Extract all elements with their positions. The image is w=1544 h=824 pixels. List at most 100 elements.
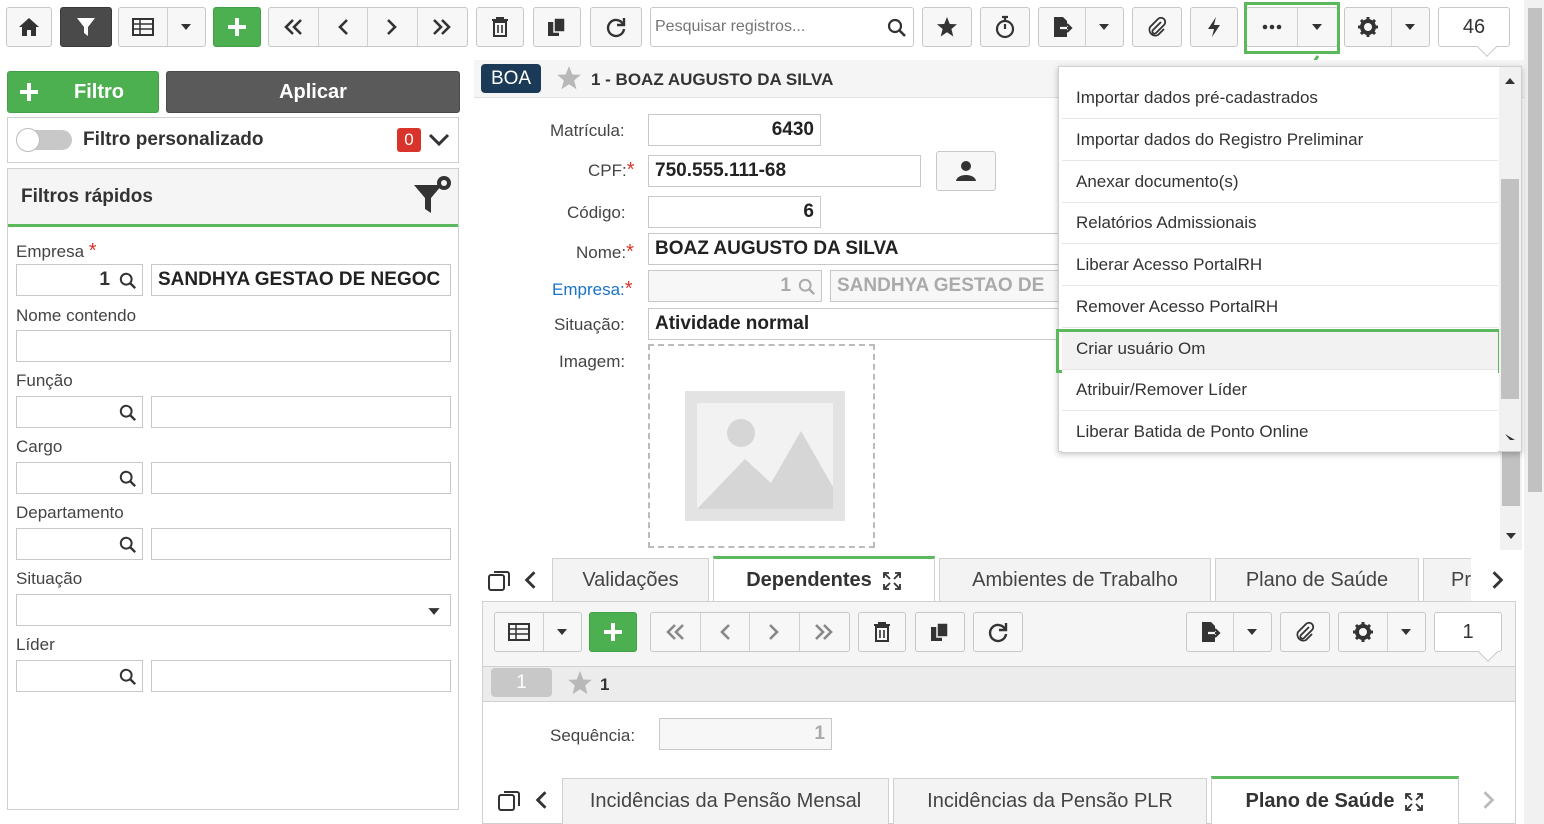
- search-icon[interactable]: [119, 272, 137, 290]
- search-input[interactable]: [655, 12, 875, 42]
- sequencia-input[interactable]: 1: [659, 718, 832, 750]
- add-record-button[interactable]: [213, 7, 261, 47]
- next-record-button[interactable]: [368, 8, 418, 46]
- sub-export-dropdown[interactable]: [1234, 613, 1271, 651]
- sub-copy-button[interactable]: [915, 612, 965, 652]
- departamento-filter-code[interactable]: [16, 528, 143, 560]
- matricula-input[interactable]: 6430: [648, 114, 821, 146]
- scroll-down-icon[interactable]: [1504, 433, 1516, 441]
- delete-button[interactable]: [476, 7, 524, 47]
- refresh-button[interactable]: [590, 7, 642, 47]
- search-icon[interactable]: [119, 536, 137, 554]
- chevron-down-icon[interactable]: [428, 132, 450, 148]
- menu-item-anexar-documentos[interactable]: Anexar documento(s): [1062, 162, 1498, 203]
- sub-last-button[interactable]: [800, 613, 850, 651]
- settings-dropdown[interactable]: [1392, 8, 1429, 46]
- empresa-filter-code[interactable]: 1: [16, 264, 143, 296]
- menu-scrollbar-thumb[interactable]: [1501, 179, 1519, 399]
- expand-icon[interactable]: [1404, 792, 1424, 812]
- menu-item-atribuir-remover-lider[interactable]: Atribuir/Remover Líder: [1062, 370, 1498, 411]
- sub-refresh-button[interactable]: [973, 612, 1023, 652]
- sub-grid-view-button[interactable]: [495, 613, 544, 651]
- search-icon[interactable]: [798, 278, 816, 296]
- empresa-name-input[interactable]: SANDHYA GESTAO DE: [830, 270, 1068, 302]
- menu-item-liberar-acesso-portalrh[interactable]: Liberar Acesso PortalRH: [1062, 245, 1498, 286]
- tab-validacoes[interactable]: Validações: [552, 558, 709, 602]
- sub-settings-button[interactable]: [1339, 613, 1388, 651]
- expand-icon[interactable]: [882, 571, 902, 591]
- funcao-filter-name[interactable]: [151, 396, 451, 428]
- last-record-button[interactable]: [418, 8, 468, 46]
- empresa-code-input[interactable]: 1: [648, 270, 822, 302]
- menu-item-relatorios-admissionais[interactable]: Relatórios Admissionais: [1062, 203, 1498, 244]
- search-icon[interactable]: [119, 470, 137, 488]
- cargo-filter-name[interactable]: [151, 462, 451, 494]
- tab-partial[interactable]: Pr: [1423, 558, 1471, 602]
- grid-view-dropdown[interactable]: [168, 8, 205, 46]
- sub-tab-pensao-mensal[interactable]: Incidências da Pensão Mensal: [562, 778, 889, 824]
- image-upload-area[interactable]: [648, 344, 875, 548]
- person-lookup-button[interactable]: [936, 151, 996, 191]
- situacao-input[interactable]: Atividade normal: [648, 308, 1068, 340]
- favorite-button[interactable]: [922, 7, 972, 47]
- apply-button[interactable]: Aplicar: [166, 71, 460, 113]
- lider-filter-code[interactable]: [16, 660, 143, 692]
- sub-export-button[interactable]: [1187, 613, 1234, 651]
- first-record-button[interactable]: [269, 8, 319, 46]
- export-dropdown[interactable]: [1086, 8, 1123, 46]
- departamento-filter-name[interactable]: [151, 528, 451, 560]
- menu-item-importar-pre-cadastrados[interactable]: Importar dados pré-cadastrados: [1062, 78, 1498, 119]
- nome-input[interactable]: BOAZ AUGUSTO DA SILVA: [648, 233, 1068, 265]
- filter-toggle-button[interactable]: [60, 7, 112, 47]
- tab-ambientes-trabalho[interactable]: Ambientes de Trabalho: [939, 558, 1211, 602]
- favorite-star-icon[interactable]: [567, 670, 593, 696]
- sub-tab-plano-saude[interactable]: Plano de Saúde: [1211, 776, 1459, 824]
- sub-tabs-scroll-right-icon[interactable]: [1481, 790, 1497, 810]
- export-button[interactable]: [1039, 8, 1086, 46]
- filter-settings-icon[interactable]: [412, 175, 454, 217]
- lider-filter-name[interactable]: [151, 660, 451, 692]
- tabs-scroll-right-icon[interactable]: [1490, 570, 1506, 590]
- tabs-scroll-left-icon[interactable]: [522, 570, 538, 590]
- timer-button[interactable]: [980, 7, 1030, 47]
- sub-first-button[interactable]: [651, 613, 701, 651]
- search-icon[interactable]: [887, 18, 907, 38]
- empresa-filter-name[interactable]: SANDHYA GESTAO DE NEGOC: [151, 264, 451, 296]
- home-button[interactable]: [6, 7, 52, 47]
- menu-scrollbar[interactable]: [1499, 67, 1521, 451]
- add-filter-button[interactable]: Filtro: [7, 71, 159, 113]
- scroll-down-icon[interactable]: [1505, 532, 1517, 540]
- page-scrollbar-thumb[interactable]: [1528, 8, 1542, 492]
- sub-tabs-scroll-left-icon[interactable]: [533, 790, 549, 810]
- codigo-input[interactable]: 6: [648, 196, 821, 228]
- copy-button[interactable]: [533, 7, 581, 47]
- search-icon[interactable]: [119, 668, 137, 686]
- grid-view-button[interactable]: [119, 8, 168, 46]
- menu-item-importar-registro-preliminar[interactable]: Importar dados do Registro Preliminar: [1062, 120, 1498, 161]
- sub-add-button[interactable]: [589, 612, 637, 652]
- favorite-star-icon[interactable]: [556, 65, 582, 91]
- previous-record-button[interactable]: [319, 8, 368, 46]
- menu-item-liberar-batida-ponto[interactable]: Liberar Batida de Ponto Online: [1062, 411, 1498, 452]
- tabs-overview-icon[interactable]: [487, 568, 513, 594]
- situacao-filter-select[interactable]: [16, 594, 451, 626]
- search-icon[interactable]: [119, 404, 137, 422]
- sub-tab-pensao-plr[interactable]: Incidências da Pensão PLR: [893, 778, 1207, 824]
- custom-filter-toggle[interactable]: [16, 128, 72, 152]
- menu-item-remover-acesso-portalrh[interactable]: Remover Acesso PortalRH: [1062, 287, 1498, 328]
- sub-settings-dropdown[interactable]: [1388, 613, 1425, 651]
- settings-button[interactable]: [1345, 8, 1392, 46]
- sub-attachment-button[interactable]: [1280, 612, 1330, 652]
- attachment-button[interactable]: [1132, 7, 1182, 47]
- sub-previous-button[interactable]: [701, 613, 750, 651]
- scroll-up-icon[interactable]: [1504, 77, 1516, 85]
- sub-tabs-overview-icon[interactable]: [497, 788, 523, 814]
- actions-button[interactable]: [1190, 7, 1238, 47]
- funcao-filter-code[interactable]: [16, 396, 143, 428]
- tab-dependentes[interactable]: Dependentes: [713, 556, 935, 602]
- nome-filter-input[interactable]: [16, 330, 451, 362]
- sub-grid-view-dropdown[interactable]: [544, 613, 581, 651]
- sub-delete-button[interactable]: [858, 612, 906, 652]
- page-scrollbar[interactable]: [1524, 0, 1544, 824]
- cargo-filter-code[interactable]: [16, 462, 143, 494]
